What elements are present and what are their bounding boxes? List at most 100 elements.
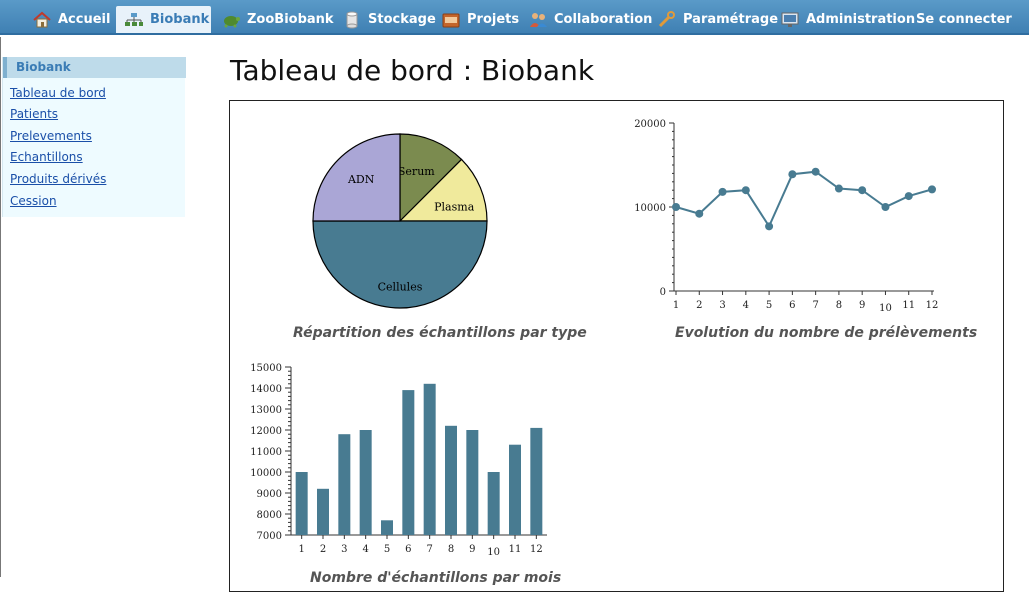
bar-chart-y-tick-label: 7000 <box>257 531 282 542</box>
sidebar: Biobank Tableau de bord Patients Preleve… <box>2 57 186 217</box>
nav-se-connecter-label: Se connecter <box>916 12 1012 27</box>
pie-slice-cellules <box>312 220 488 309</box>
bar-chart-bar <box>423 383 436 535</box>
pie-chart-caption: Répartition des échantillons par type <box>293 325 587 341</box>
nav-parametrage-label: Paramétrage <box>683 12 779 27</box>
line-chart-x-tick-label: 7 <box>812 300 818 311</box>
line-chart-point <box>741 186 750 195</box>
sidebar-link-patients[interactable]: Patients <box>10 107 58 121</box>
nav-biobank[interactable]: Biobank <box>116 6 211 33</box>
nav-collaboration-label: Collaboration <box>554 12 653 27</box>
sidebar-title: Biobank <box>3 57 186 78</box>
line-chart-point <box>904 192 913 201</box>
people-icon <box>528 11 548 29</box>
bar-chart-bar <box>445 425 457 535</box>
line-chart-y-tick-label: 20000 <box>634 119 666 130</box>
line-chart-point <box>858 186 867 195</box>
line-chart-point <box>811 167 820 176</box>
bar-chart-y-tick-label: 13000 <box>250 405 282 416</box>
bar-chart-y-tick-label: 10000 <box>250 468 282 479</box>
line-chart-point <box>695 209 704 218</box>
bar-chart-y-tick-label: 11000 <box>250 447 282 458</box>
line-chart-x-tick-label: 12 <box>926 300 939 311</box>
sidebar-link-echantillons[interactable]: Echantillons <box>10 150 83 164</box>
turtle-icon <box>221 11 241 29</box>
nav-accueil-label: Accueil <box>58 12 111 27</box>
folder-icon <box>441 11 461 29</box>
dashboard-panel: Serum Plasma Cellules ADN Répartition des é… <box>229 100 1004 592</box>
line-chart-x-tick-label: 6 <box>789 300 795 311</box>
pie-chart: Serum Plasma Cellules ADN <box>312 133 488 309</box>
nav-administration-label: Administration <box>806 12 916 27</box>
sidebar-link-prelevements[interactable]: Prelevements <box>10 129 92 143</box>
bar-chart-x-tick-label: 8 <box>448 544 454 555</box>
line-chart-point <box>881 203 890 211</box>
bar-chart-y-tick-label: 14000 <box>250 384 282 395</box>
bar-chart-bar <box>359 430 372 535</box>
pie-label-plasma: Plasma <box>434 201 475 214</box>
line-chart-point <box>788 170 797 179</box>
home-icon <box>32 11 52 29</box>
bar-chart-bar <box>466 430 479 535</box>
bar-chart-bar <box>402 390 415 535</box>
line-chart-y-tick-label: 0 <box>660 287 666 298</box>
line-chart-series-line <box>675 170 933 229</box>
nav-projets-label: Projets <box>467 12 520 27</box>
top-navigation-bar: Accueil Biobank ZooBiobank Stockage Proj… <box>0 0 1029 35</box>
bar-chart-x-tick-label: 4 <box>362 544 368 555</box>
bar-chart-x-tick-label: 5 <box>384 544 390 555</box>
page-title: Tableau de bord : Biobank <box>230 54 595 87</box>
line-chart-x-tick-label: 4 <box>743 300 749 311</box>
line-chart-point <box>928 185 936 194</box>
line-chart-point <box>672 203 680 211</box>
line-chart-x-tick-label: 3 <box>719 300 725 311</box>
wrench-icon <box>657 10 677 29</box>
line-chart-point <box>834 184 843 193</box>
bar-chart-bar <box>509 444 521 535</box>
nav-stockage-label: Stockage <box>368 12 436 27</box>
line-chart-x-tick-label: 8 <box>836 300 842 311</box>
bar-chart-caption: Nombre d'échantillons par mois <box>310 570 562 586</box>
monitor-icon <box>780 11 800 29</box>
bar-chart-x-tick-label: 1 <box>298 544 304 555</box>
line-chart-x-tick-label: 1 <box>673 300 679 311</box>
bar-chart-x-tick-label: 9 <box>469 544 475 555</box>
bar-chart-bar <box>487 472 500 535</box>
nav-administration[interactable]: Administration <box>772 6 923 33</box>
line-chart: 010000200001 2 3 4 5 6 7 8 9 10 11 12 <box>634 119 939 314</box>
nav-collaboration[interactable]: Collaboration <box>520 6 660 33</box>
nav-stockage[interactable]: Stockage <box>334 6 444 33</box>
bar-chart-bar <box>338 434 351 535</box>
line-chart-point <box>718 187 727 196</box>
nav-projets[interactable]: Projets <box>433 6 527 33</box>
bar-chart-bar <box>530 427 543 535</box>
bar-chart-x-tick-label: 10 <box>487 547 500 558</box>
storage-cylinder-icon <box>342 11 362 29</box>
bar-chart-x-tick-label: 7 <box>426 544 432 555</box>
line-chart-x-tick-label: 5 <box>766 300 772 311</box>
bar-chart-x-tick-label: 12 <box>530 544 543 555</box>
line-chart-x-tick-label: 10 <box>879 303 892 314</box>
bar-chart-x-tick-label: 2 <box>320 544 326 555</box>
line-chart-x-tick-label: 9 <box>859 300 865 311</box>
left-border-line <box>0 37 1 577</box>
line-chart-x-tick-label: 2 <box>696 300 702 311</box>
line-chart-x-tick-label: 11 <box>902 300 915 311</box>
nav-parametrage[interactable]: Paramétrage <box>649 6 786 33</box>
bar-chart-x-tick-label: 6 <box>405 544 411 555</box>
sidebar-link-produits-derives[interactable]: Produits dérivés <box>10 172 106 186</box>
network-icon <box>124 11 144 29</box>
bar-chart: 7000 8000 9000 10000 11000 12000 13000 14000 150… <box>250 363 547 558</box>
nav-biobank-label: Biobank <box>150 12 210 27</box>
bar-chart-bar <box>317 488 329 535</box>
bar-chart-x-tick-label: 3 <box>341 544 347 555</box>
bar-chart-bar <box>381 520 393 535</box>
nav-se-connecter[interactable]: Se connecter <box>908 6 1020 33</box>
pie-label-serum: Serum <box>398 165 435 178</box>
bar-chart-y-tick-label: 9000 <box>257 489 282 500</box>
pie-label-adn: ADN <box>347 173 375 186</box>
nav-accueil[interactable]: Accueil <box>24 6 118 33</box>
sidebar-link-cession[interactable]: Cession <box>10 194 57 208</box>
nav-zoobiobank[interactable]: ZooBiobank <box>213 6 342 33</box>
sidebar-link-tableau-de-bord[interactable]: Tableau de bord <box>10 86 106 100</box>
